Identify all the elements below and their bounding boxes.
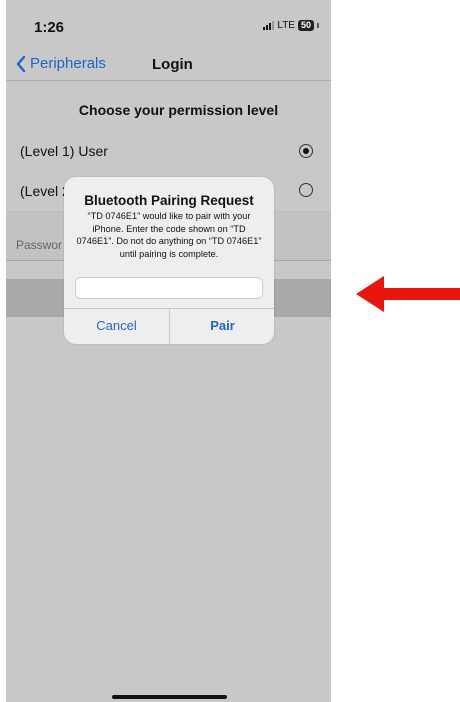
status-bar: 1:26 LTE 50 (6, 0, 331, 50)
dialog-title: Bluetooth Pairing Request (84, 193, 254, 208)
status-time: 1:26 (34, 19, 65, 36)
option-level-1-label[interactable]: (Level 1) User (20, 143, 108, 159)
phone-screen: 1:26 LTE 50 Peripherals Login Choose you… (6, 0, 331, 702)
pairing-code-input[interactable] (75, 277, 263, 299)
home-indicator (112, 695, 227, 699)
permission-heading: Choose your permission level (78, 102, 279, 118)
chevron-left-icon (16, 55, 26, 72)
battery-tip (317, 23, 319, 28)
option-level-2-label[interactable]: (Level 2 (20, 183, 70, 199)
radio-level-1-selected[interactable] (299, 144, 313, 158)
pair-button[interactable]: Pair (170, 308, 274, 344)
status-indicators: LTE 50 (263, 20, 319, 31)
bluetooth-pairing-dialog: Bluetooth Pairing Request “TD 0746E1” wo… (64, 177, 274, 344)
back-label: Peripherals (30, 55, 106, 72)
cancel-button[interactable]: Cancel (64, 308, 169, 344)
signal-icon (263, 21, 275, 30)
navigation-bar: Peripherals Login (6, 50, 331, 81)
battery-icon: 50 (297, 20, 314, 31)
back-button[interactable]: Peripherals (16, 55, 106, 72)
password-field[interactable]: Passwor (16, 238, 62, 252)
network-label: LTE (277, 20, 295, 31)
dialog-message: “TD 0746E1” would like to pair with your… (76, 211, 262, 259)
red-arrow-icon (356, 276, 460, 312)
radio-level-2[interactable] (299, 183, 313, 197)
